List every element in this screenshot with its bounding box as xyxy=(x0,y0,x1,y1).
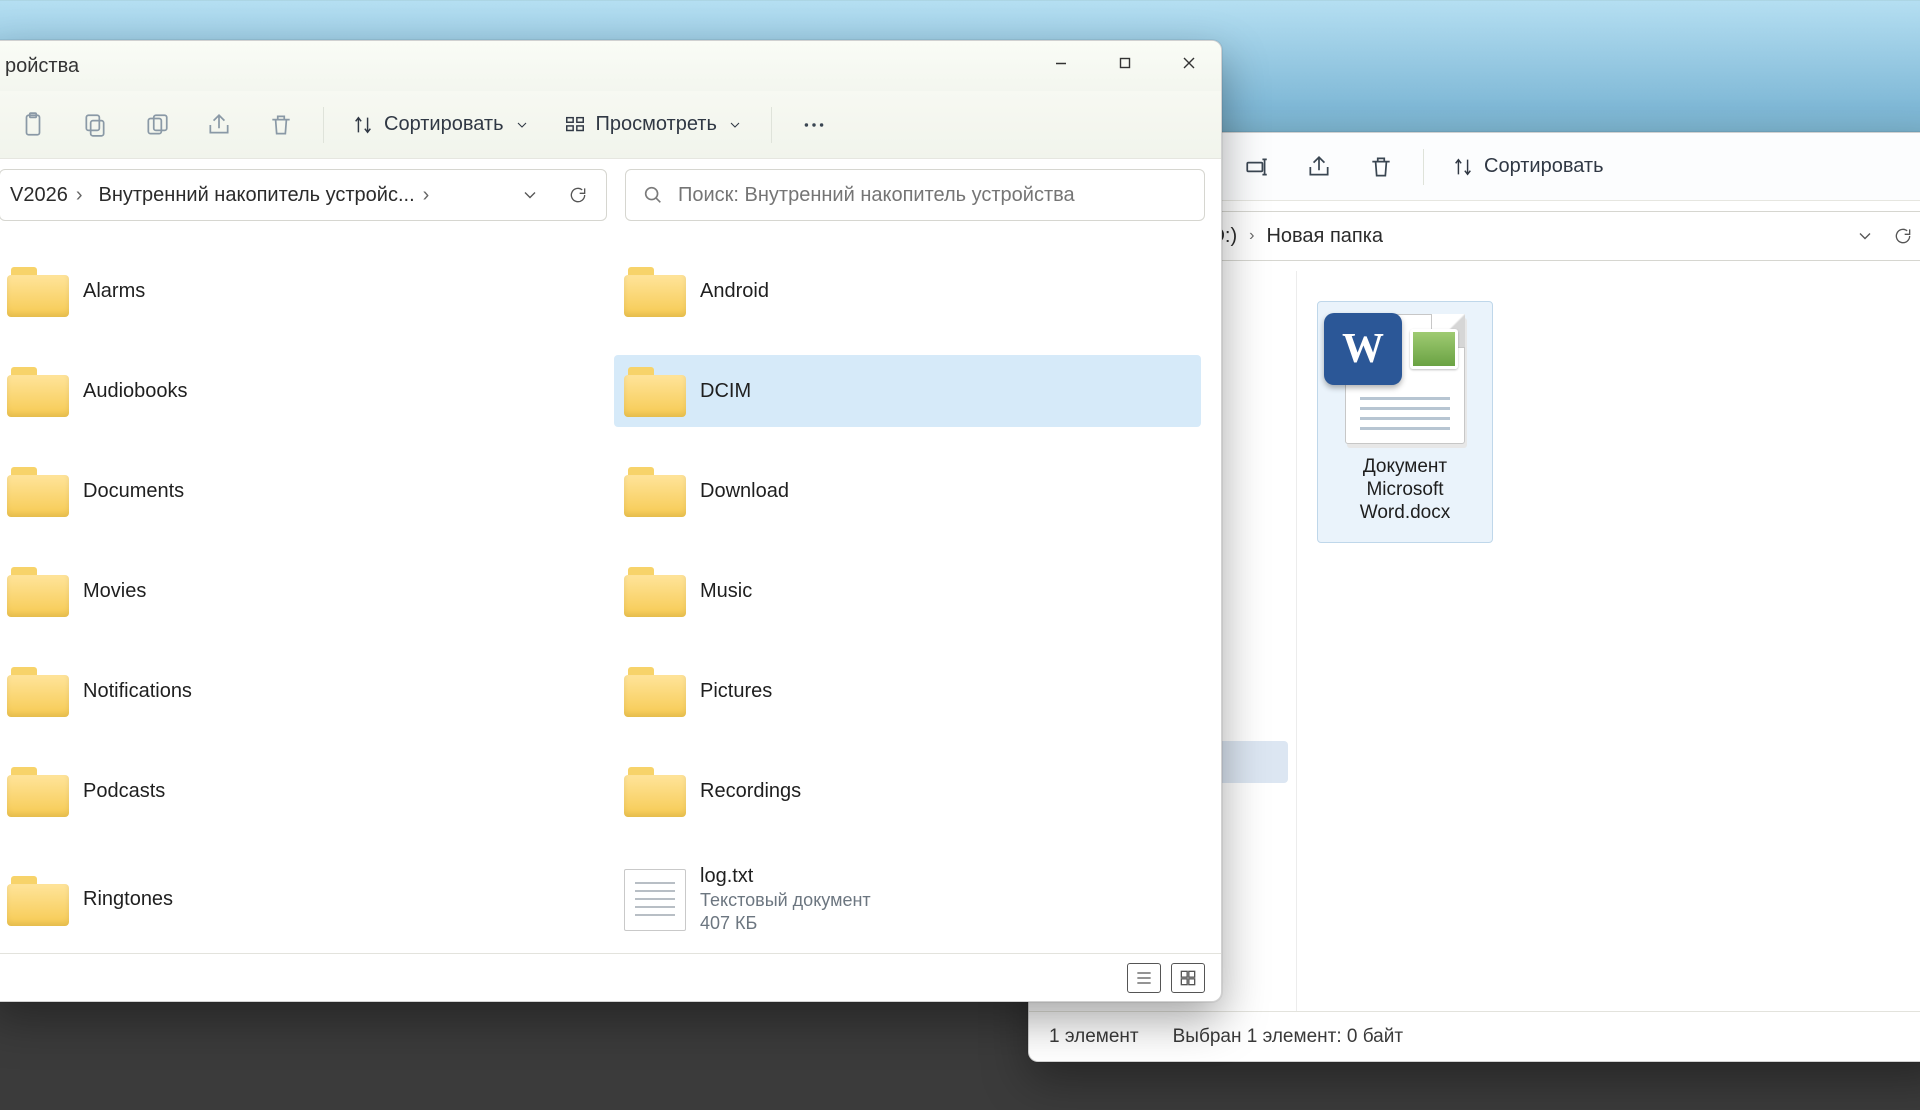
toolbar-divider xyxy=(1423,149,1424,185)
chevron-right-icon: › xyxy=(1245,227,1258,245)
folder-item[interactable]: Pictures xyxy=(614,655,1201,727)
folder-icon xyxy=(7,365,69,417)
folder-icon xyxy=(7,874,69,926)
folder-icon xyxy=(624,765,686,817)
file-item[interactable]: log.txtТекстовый документ407 КБ xyxy=(614,855,1201,944)
item-name: Podcasts xyxy=(83,780,165,803)
item-name: Alarms xyxy=(83,280,145,303)
item-name: DCIM xyxy=(700,380,751,403)
maximize-button[interactable] xyxy=(1093,41,1157,85)
item-name: Notifications xyxy=(83,680,192,703)
folder-item[interactable]: Download xyxy=(614,455,1201,527)
file-list[interactable]: Alarms Android Audiobooks DCIM Documents Down… xyxy=(0,233,1221,953)
folder-icon xyxy=(624,465,686,517)
item-name: Audiobooks xyxy=(83,380,188,403)
chevron-right-icon: › xyxy=(419,184,434,207)
address-row: V2026 › Внутренний накопитель устройс...… xyxy=(0,159,1221,233)
icons-view-button[interactable] xyxy=(1171,963,1205,993)
breadcrumb-seg-storage[interactable]: Внутренний накопитель устройс... › xyxy=(97,178,436,213)
chevron-down-icon xyxy=(514,117,530,133)
breadcrumb-seg-folder[interactable]: Новая папка xyxy=(1262,219,1387,254)
minimize-button[interactable] xyxy=(1029,41,1093,85)
folder-item[interactable]: DCIM xyxy=(614,355,1201,427)
status-bar: 1 элемент Выбран 1 элемент: 0 байт xyxy=(1029,1011,1920,1061)
close-button[interactable] xyxy=(1157,41,1221,85)
title-bar[interactable]: ройства xyxy=(0,41,1221,91)
status-count: 1 элемент xyxy=(1049,1026,1139,1048)
item-name: Download xyxy=(700,480,789,503)
folder-icon xyxy=(624,565,686,617)
item-name: Ringtones xyxy=(83,888,173,911)
address-bar[interactable]: V2026 › Внутренний накопитель устройс...… xyxy=(0,169,607,221)
item-size: 407 КБ xyxy=(700,913,871,934)
status-bar xyxy=(0,953,1221,1001)
search-icon xyxy=(642,184,664,206)
item-name: Music xyxy=(700,580,752,603)
item-name: log.txt xyxy=(700,865,871,888)
folder-icon xyxy=(624,365,686,417)
item-name: Recordings xyxy=(700,780,801,803)
folder-item[interactable]: Ringtones xyxy=(0,855,584,944)
address-dropdown[interactable] xyxy=(1848,226,1882,246)
chevron-down-icon xyxy=(727,117,743,133)
search-box[interactable] xyxy=(625,169,1205,221)
item-name: Pictures xyxy=(700,680,772,703)
item-name: Movies xyxy=(83,580,146,603)
sort-button[interactable]: Сортировать xyxy=(1438,145,1618,188)
more-button[interactable] xyxy=(786,101,842,149)
status-selection: Выбран 1 элемент: 0 байт xyxy=(1173,1026,1403,1048)
file-tile-docx[interactable]: W Документ Microsoft Word.docx xyxy=(1317,301,1493,543)
folder-item[interactable]: Music xyxy=(614,555,1201,627)
folder-icon xyxy=(7,265,69,317)
toolbar-divider xyxy=(771,107,772,143)
search-input[interactable] xyxy=(678,184,1188,207)
folder-icon xyxy=(624,665,686,717)
folder-item[interactable]: Android xyxy=(614,255,1201,327)
address-dropdown[interactable] xyxy=(510,175,550,215)
sort-label: Сортировать xyxy=(1484,155,1604,178)
paste-button xyxy=(129,101,185,149)
folder-item[interactable]: Documents xyxy=(0,455,584,527)
file-area[interactable]: W Документ Microsoft Word.docx xyxy=(1297,271,1920,1011)
folder-icon xyxy=(7,465,69,517)
toolbar: Сортировать Просмотреть xyxy=(0,91,1221,159)
item-type: Текстовый документ xyxy=(700,890,871,911)
explorer-window-primary: ройства Сортировать xyxy=(0,40,1222,1002)
delete-button[interactable] xyxy=(1353,143,1409,191)
folder-item[interactable]: Movies xyxy=(0,555,584,627)
share-button xyxy=(191,101,247,149)
refresh-button[interactable] xyxy=(558,175,598,215)
chevron-right-icon: › xyxy=(72,184,87,207)
cut-button xyxy=(5,101,61,149)
view-label: Просмотреть xyxy=(596,113,717,136)
delete-button xyxy=(253,101,309,149)
folder-icon xyxy=(7,565,69,617)
folder-item[interactable]: Podcasts xyxy=(0,755,584,827)
file-caption: Документ Microsoft Word.docx xyxy=(1326,456,1484,524)
folder-icon xyxy=(624,265,686,317)
word-document-icon: W xyxy=(1345,314,1465,444)
folder-item[interactable]: Alarms xyxy=(0,255,584,327)
folder-icon xyxy=(7,765,69,817)
folder-item[interactable]: Recordings xyxy=(614,755,1201,827)
copy-button xyxy=(67,101,123,149)
item-name: Documents xyxy=(83,480,184,503)
sort-label: Сортировать xyxy=(384,113,504,136)
item-name: Android xyxy=(700,280,769,303)
refresh-button[interactable] xyxy=(1886,226,1920,246)
details-view-button[interactable] xyxy=(1127,963,1161,993)
folder-icon xyxy=(7,665,69,717)
view-button[interactable]: Просмотреть xyxy=(550,103,757,146)
text-file-icon xyxy=(624,869,686,931)
sort-button[interactable]: Сортировать xyxy=(338,103,544,146)
rename-button[interactable] xyxy=(1229,143,1285,191)
folder-item[interactable]: Notifications xyxy=(0,655,584,727)
folder-item[interactable]: Audiobooks xyxy=(0,355,584,427)
toolbar-divider xyxy=(323,107,324,143)
breadcrumb-seg-device[interactable]: V2026 › xyxy=(8,178,89,213)
window-title: ройства xyxy=(1,41,79,78)
share-button[interactable] xyxy=(1291,143,1347,191)
